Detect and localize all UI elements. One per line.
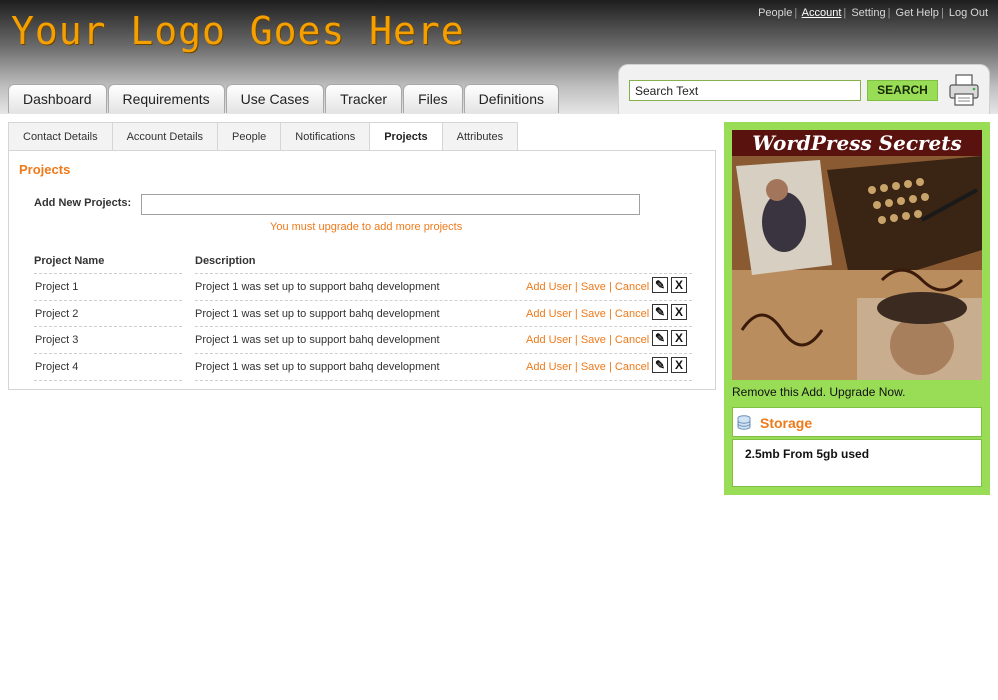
project-description: Project 1 was set up to support bahq dev… <box>195 361 440 373</box>
tab-requirements[interactable]: Requirements <box>107 84 225 113</box>
column-header-description: Description <box>195 255 256 267</box>
pencil-icon[interactable]: ✎ <box>652 304 668 320</box>
row-actions: Add User | Save | Cancel <box>526 334 650 346</box>
top-link-account[interactable]: Account <box>802 7 842 19</box>
search-button[interactable]: SEARCH <box>867 80 938 101</box>
save-link[interactable]: Save <box>581 281 606 293</box>
project-name: Project 2 <box>35 308 79 320</box>
top-link-people[interactable]: People <box>758 7 792 19</box>
save-link[interactable]: Save <box>581 308 606 320</box>
cancel-link[interactable]: Cancel <box>615 308 649 320</box>
tab-definitions[interactable]: Definitions <box>463 84 559 113</box>
project-description: Project 1 was set up to support bahq dev… <box>195 281 440 293</box>
cancel-link[interactable]: Cancel <box>615 281 649 293</box>
panel-title: Projects <box>19 162 71 177</box>
subtab-projects[interactable]: Projects <box>369 122 442 151</box>
ad-image <box>732 130 982 380</box>
column-header-project-name: Project Name <box>34 255 105 267</box>
search-input[interactable] <box>629 80 861 101</box>
close-icon[interactable]: X <box>671 277 687 293</box>
project-name: Project 1 <box>35 281 79 293</box>
table-row: Project 4 Project 1 was set up to suppor… <box>34 353 692 381</box>
ad-title: WordPress Secrets <box>732 130 982 156</box>
top-link-setting[interactable]: Setting <box>851 7 885 19</box>
pencil-icon[interactable]: ✎ <box>652 330 668 346</box>
pencil-icon[interactable]: ✎ <box>652 277 668 293</box>
add-project-label: Add New Projects: <box>34 197 132 209</box>
close-icon[interactable]: X <box>671 330 687 346</box>
row-actions: Add User | Save | Cancel <box>526 361 650 373</box>
project-name: Project 4 <box>35 361 79 373</box>
search-area: SEARCH <box>618 64 990 114</box>
project-description: Project 1 was set up to support bahq dev… <box>195 308 440 320</box>
add-project-input[interactable] <box>141 194 640 215</box>
add-user-link[interactable]: Add User <box>526 308 572 320</box>
logo[interactable]: Your Logo Goes Here <box>11 9 465 53</box>
projects-panel: Projects Add New Projects: You must upgr… <box>8 150 716 390</box>
add-user-link[interactable]: Add User <box>526 361 572 373</box>
close-icon[interactable]: X <box>671 357 687 373</box>
ad-upgrade-text[interactable]: Remove this Add. Upgrade Now. <box>732 385 905 399</box>
row-actions: Add User | Save | Cancel <box>526 308 650 320</box>
header: Your Logo Goes Here People | Account | Set… <box>0 0 998 114</box>
subtab-attributes[interactable]: Attributes <box>441 122 519 151</box>
table-row: Project 3 Project 1 was set up to suppor… <box>34 326 692 353</box>
tab-use-cases[interactable]: Use Cases <box>225 84 325 113</box>
close-icon[interactable]: X <box>671 304 687 320</box>
top-link-get-help[interactable]: Get Help <box>896 7 939 19</box>
printer-icon[interactable] <box>947 73 981 107</box>
pencil-icon[interactable]: ✎ <box>652 357 668 373</box>
subtab-notifications[interactable]: Notifications <box>280 122 370 151</box>
storage-header: Storage <box>732 407 982 437</box>
ad-banner[interactable]: WordPress Secrets <box>732 130 982 380</box>
main-tabs: Dashboard Requirements Use Cases Tracker… <box>8 84 560 113</box>
cancel-link[interactable]: Cancel <box>615 361 649 373</box>
add-user-link[interactable]: Add User <box>526 334 572 346</box>
save-link[interactable]: Save <box>581 361 606 373</box>
top-link-log-out[interactable]: Log Out <box>949 7 988 19</box>
storage-title: Storage <box>760 415 813 431</box>
subtab-account-details[interactable]: Account Details <box>111 122 218 151</box>
tab-tracker[interactable]: Tracker <box>325 84 403 113</box>
subtab-contact-details[interactable]: Contact Details <box>8 122 112 151</box>
database-icon <box>737 415 751 430</box>
project-description: Project 1 was set up to support bahq dev… <box>195 334 440 346</box>
tab-dashboard[interactable]: Dashboard <box>8 84 107 113</box>
table-row: Project 2 Project 1 was set up to suppor… <box>34 300 692 327</box>
storage-usage: 2.5mb From 5gb used <box>745 447 870 461</box>
subtab-people[interactable]: People <box>217 122 281 151</box>
add-user-link[interactable]: Add User <box>526 281 572 293</box>
upgrade-note: You must upgrade to add more projects <box>270 221 463 233</box>
sub-tabs: Contact Details Account Details People N… <box>8 122 519 151</box>
project-name: Project 3 <box>35 334 79 346</box>
row-actions: Add User | Save | Cancel <box>526 281 650 293</box>
storage-panel: 2.5mb From 5gb used <box>732 439 982 487</box>
tab-files[interactable]: Files <box>403 84 463 113</box>
cancel-link[interactable]: Cancel <box>615 334 649 346</box>
sidebar: WordPress Secrets Remove this Add. Upgra… <box>724 122 990 495</box>
table-row: Project 1 Project 1 was set up to suppor… <box>34 273 692 300</box>
top-links: People | Account | Setting | Get Help | Log … <box>758 7 988 19</box>
save-link[interactable]: Save <box>581 334 606 346</box>
